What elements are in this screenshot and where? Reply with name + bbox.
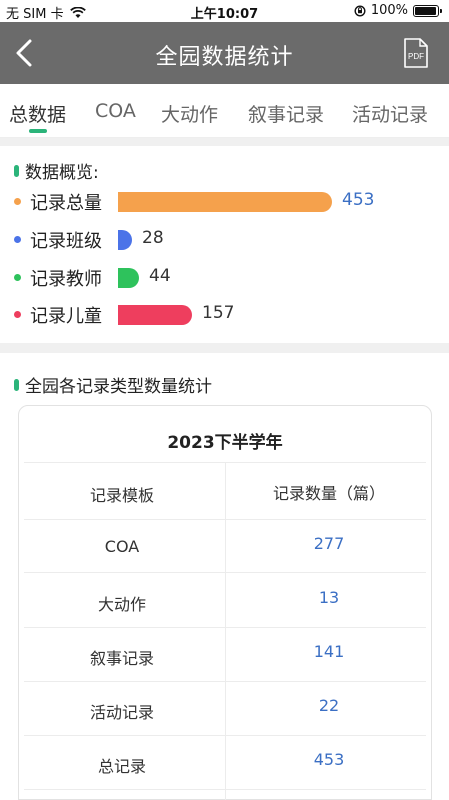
section-divider xyxy=(0,138,449,146)
legend-dot xyxy=(14,311,21,318)
table-divider xyxy=(24,789,426,790)
row-template-name: COA xyxy=(104,537,140,556)
battery-fill xyxy=(415,6,436,15)
column-header-count: 记录数量（篇） xyxy=(272,484,385,503)
overview-label: 记录教师 xyxy=(30,269,102,290)
tab-coa[interactable]: COA xyxy=(95,100,136,122)
overview-row: 记录儿童 157 xyxy=(14,302,444,328)
tab-overview[interactable]: 总数据 xyxy=(9,100,66,127)
row-count: 141 xyxy=(313,642,345,661)
table-divider xyxy=(24,627,426,628)
tab-narrative[interactable]: 叙事记录 xyxy=(248,100,324,127)
legend-dot xyxy=(14,198,21,205)
overview-bar xyxy=(118,230,132,250)
row-count: 22 xyxy=(318,696,340,715)
table-divider xyxy=(24,735,426,736)
overview-bar xyxy=(118,192,332,212)
row-template-name: 叙事记录 xyxy=(89,649,154,668)
stats-title: 全园各记录类型数量统计 xyxy=(14,372,212,397)
overview-bar xyxy=(118,268,139,288)
battery-percent: 100% xyxy=(370,3,408,18)
nav-header: 全园数据统计 PDF xyxy=(0,22,449,84)
overview-label: 记录总量 xyxy=(30,193,102,214)
overview-bar xyxy=(118,305,192,325)
overview-row: 记录教师 44 xyxy=(14,265,444,291)
overview-label: 记录班级 xyxy=(30,231,102,252)
status-right: 100% xyxy=(354,3,442,18)
overview-title: 数据概览: xyxy=(14,158,99,183)
overview-value: 453 xyxy=(342,190,375,210)
table-title: 2023下半学年 xyxy=(167,433,283,453)
tab-bar: 总数据 COA 大动作 叙事记录 活动记录 xyxy=(0,84,449,138)
table-divider xyxy=(24,681,426,682)
column-header-template: 记录模板 xyxy=(89,486,154,505)
pdf-icon-label: PDF xyxy=(408,52,424,61)
overview-value: 28 xyxy=(142,228,164,248)
table-divider xyxy=(24,519,426,520)
status-bar: 无 SIM 卡 上午10:07 100% xyxy=(0,0,449,22)
section-divider xyxy=(0,343,449,353)
row-count: 453 xyxy=(313,750,345,769)
overview-row: 记录班级 28 xyxy=(14,227,444,253)
stats-title-text: 全园各记录类型数量统计 xyxy=(25,377,212,397)
overview-value: 157 xyxy=(202,303,235,323)
stats-table: 2023下半学年 记录模板 记录数量（篇） COA 277 大动作 13 叙事记… xyxy=(18,405,432,800)
orientation-lock-icon xyxy=(354,4,366,17)
row-count: 277 xyxy=(313,534,345,553)
row-template-name: 活动记录 xyxy=(89,703,154,722)
overview-value: 44 xyxy=(149,266,171,286)
page-title: 全园数据统计 xyxy=(155,45,294,70)
overview-title-text: 数据概览: xyxy=(25,163,99,183)
pdf-export-icon[interactable]: PDF xyxy=(403,38,429,68)
battery-icon xyxy=(413,4,442,17)
table-divider xyxy=(24,572,426,573)
legend-dot xyxy=(14,274,21,281)
overview-label: 记录儿童 xyxy=(30,306,102,327)
row-template-name: 大动作 xyxy=(97,595,146,614)
overview-row: 记录总量 453 xyxy=(14,189,444,215)
section-marker xyxy=(14,164,19,177)
active-tab-indicator xyxy=(29,129,47,133)
row-template-name: 总记录 xyxy=(97,757,146,776)
row-count: 13 xyxy=(318,588,340,607)
tab-gross-motor[interactable]: 大动作 xyxy=(161,100,218,127)
legend-dot xyxy=(14,236,21,243)
tab-activity[interactable]: 活动记录 xyxy=(352,100,428,127)
section-marker xyxy=(14,378,19,391)
